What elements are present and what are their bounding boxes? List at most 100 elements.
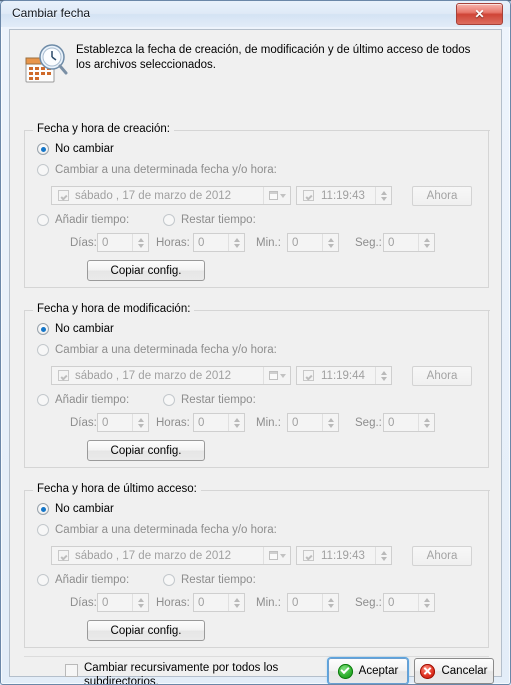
calendar-dropdown-icon[interactable] — [263, 547, 290, 564]
seconds-spinner[interactable] — [418, 234, 434, 251]
radio-change-to-last-access[interactable]: Cambiar a una determinada fecha y/o hora… — [37, 524, 277, 536]
radio-label: Añadir tiempo: — [55, 394, 130, 406]
radio-label: No cambiar — [55, 143, 114, 155]
cancel-button-label: Cancelar — [441, 665, 488, 677]
radio-label: Restar tiempo: — [181, 574, 256, 586]
radio-indicator[interactable] — [37, 524, 49, 536]
group-last-access-date: Fecha y hora de último acceso: No cambia… — [24, 483, 490, 648]
dialog-header: Establezca la fecha de creación, de modi… — [10, 30, 501, 96]
radio-no-change-creation[interactable]: No cambiar — [37, 143, 114, 155]
hours-spinner[interactable] — [228, 234, 244, 251]
time-field-last-access[interactable]: 11:19:43 — [296, 546, 392, 565]
time-enable-checkbox[interactable] — [303, 550, 314, 561]
time-spinner[interactable] — [375, 187, 391, 204]
calendar-dropdown-icon[interactable] — [263, 187, 290, 204]
group-legend: Fecha y hora de último acceso: — [33, 483, 201, 495]
radio-label: Restar tiempo: — [181, 394, 256, 406]
group-creation-date: Fecha y hora de creación: No cambiar Cam… — [24, 123, 490, 288]
days-value: 0 — [102, 236, 109, 249]
hours-value: 0 — [198, 416, 205, 429]
radio-indicator[interactable] — [37, 164, 49, 176]
radio-indicator[interactable] — [37, 323, 49, 335]
radio-indicator[interactable] — [163, 574, 175, 586]
radio-change-to-creation[interactable]: Cambiar a una determinada fecha y/o hora… — [37, 164, 277, 176]
radio-add-time-creation[interactable]: Añadir tiempo: — [37, 214, 129, 226]
days-label: Días: — [70, 417, 97, 429]
radio-indicator[interactable] — [163, 214, 175, 226]
date-enable-checkbox[interactable] — [58, 190, 69, 201]
days-spinner[interactable] — [132, 234, 148, 251]
check-circle-icon — [337, 663, 353, 679]
radio-subtract-time-creation[interactable]: Restar tiempo: — [163, 214, 256, 226]
copy-config-button-modification[interactable]: Copiar config. — [87, 440, 205, 461]
radio-label: Cambiar a una determinada fecha y/o hora… — [55, 164, 277, 176]
minutes-input-modification[interactable]: 0 — [287, 413, 339, 432]
minutes-input-last-access[interactable]: 0 — [287, 593, 339, 612]
close-icon[interactable]: ✕ — [456, 3, 503, 25]
date-enable-checkbox[interactable] — [58, 550, 69, 561]
hours-spinner[interactable] — [228, 594, 244, 611]
seconds-spinner[interactable] — [418, 594, 434, 611]
cancel-circle-icon — [420, 663, 436, 679]
days-input-modification[interactable]: 0 — [97, 413, 149, 432]
date-picker-modification[interactable]: sábado , 17 de marzo de 2012 — [51, 366, 291, 385]
radio-no-change-modification[interactable]: No cambiar — [37, 323, 114, 335]
radio-add-time-modification[interactable]: Añadir tiempo: — [37, 394, 129, 406]
radio-indicator[interactable] — [163, 394, 175, 406]
radio-subtract-time-last-access[interactable]: Restar tiempo: — [163, 574, 256, 586]
radio-indicator[interactable] — [37, 344, 49, 356]
minutes-spinner[interactable] — [322, 594, 338, 611]
cancel-button[interactable]: Cancelar — [414, 658, 494, 684]
radio-indicator[interactable] — [37, 143, 49, 155]
days-input-last-access[interactable]: 0 — [97, 593, 149, 612]
minutes-spinner[interactable] — [322, 414, 338, 431]
days-spinner[interactable] — [132, 414, 148, 431]
cambiar-fecha-dialog: Cambiar fecha ✕ Establezca la fecha de c… — [0, 0, 511, 685]
time-spinner[interactable] — [375, 547, 391, 564]
days-label: Días: — [70, 237, 97, 249]
hours-input-modification[interactable]: 0 — [193, 413, 245, 432]
radio-indicator[interactable] — [37, 574, 49, 586]
days-input-creation[interactable]: 0 — [97, 233, 149, 252]
date-enable-checkbox[interactable] — [58, 370, 69, 381]
minutes-spinner[interactable] — [322, 234, 338, 251]
radio-no-change-last-access[interactable]: No cambiar — [37, 503, 114, 515]
seconds-input-last-access[interactable]: 0 — [383, 593, 435, 612]
days-label: Días: — [70, 597, 97, 609]
minutes-label: Min.: — [256, 597, 281, 609]
radio-subtract-time-modification[interactable]: Restar tiempo: — [163, 394, 256, 406]
time-enable-checkbox[interactable] — [303, 370, 314, 381]
time-spinner[interactable] — [375, 367, 391, 384]
now-button-creation[interactable]: Ahora — [412, 186, 472, 206]
hours-input-last-access[interactable]: 0 — [193, 593, 245, 612]
date-picker-creation[interactable]: sábado , 17 de marzo de 2012 — [51, 186, 291, 205]
hours-spinner[interactable] — [228, 414, 244, 431]
dialog-titlebar[interactable]: Cambiar fecha ✕ — [1, 1, 510, 27]
seconds-input-modification[interactable]: 0 — [383, 413, 435, 432]
seconds-spinner[interactable] — [418, 414, 434, 431]
time-enable-checkbox[interactable] — [303, 190, 314, 201]
radio-add-time-last-access[interactable]: Añadir tiempo: — [37, 574, 129, 586]
radio-indicator[interactable] — [37, 394, 49, 406]
hours-input-creation[interactable]: 0 — [193, 233, 245, 252]
radio-label: Restar tiempo: — [181, 214, 256, 226]
radio-indicator[interactable] — [37, 503, 49, 515]
days-spinner[interactable] — [132, 594, 148, 611]
copy-config-button-creation[interactable]: Copiar config. — [87, 260, 205, 281]
time-value: 11:19:43 — [321, 549, 365, 562]
now-button-last-access[interactable]: Ahora — [412, 546, 472, 566]
accept-button[interactable]: Aceptar — [328, 658, 408, 684]
time-field-modification[interactable]: 11:19:44 — [296, 366, 392, 385]
radio-change-to-modification[interactable]: Cambiar a una determinada fecha y/o hora… — [37, 344, 277, 356]
recursive-subdirectories-checkbox[interactable] — [65, 664, 78, 677]
radio-label: No cambiar — [55, 323, 114, 335]
now-button-modification[interactable]: Ahora — [412, 366, 472, 386]
hours-value: 0 — [198, 236, 205, 249]
time-field-creation[interactable]: 11:19:43 — [296, 186, 392, 205]
minutes-input-creation[interactable]: 0 — [287, 233, 339, 252]
copy-config-button-last-access[interactable]: Copiar config. — [87, 620, 205, 641]
date-picker-last-access[interactable]: sábado , 17 de marzo de 2012 — [51, 546, 291, 565]
calendar-dropdown-icon[interactable] — [263, 367, 290, 384]
seconds-input-creation[interactable]: 0 — [383, 233, 435, 252]
radio-indicator[interactable] — [37, 214, 49, 226]
